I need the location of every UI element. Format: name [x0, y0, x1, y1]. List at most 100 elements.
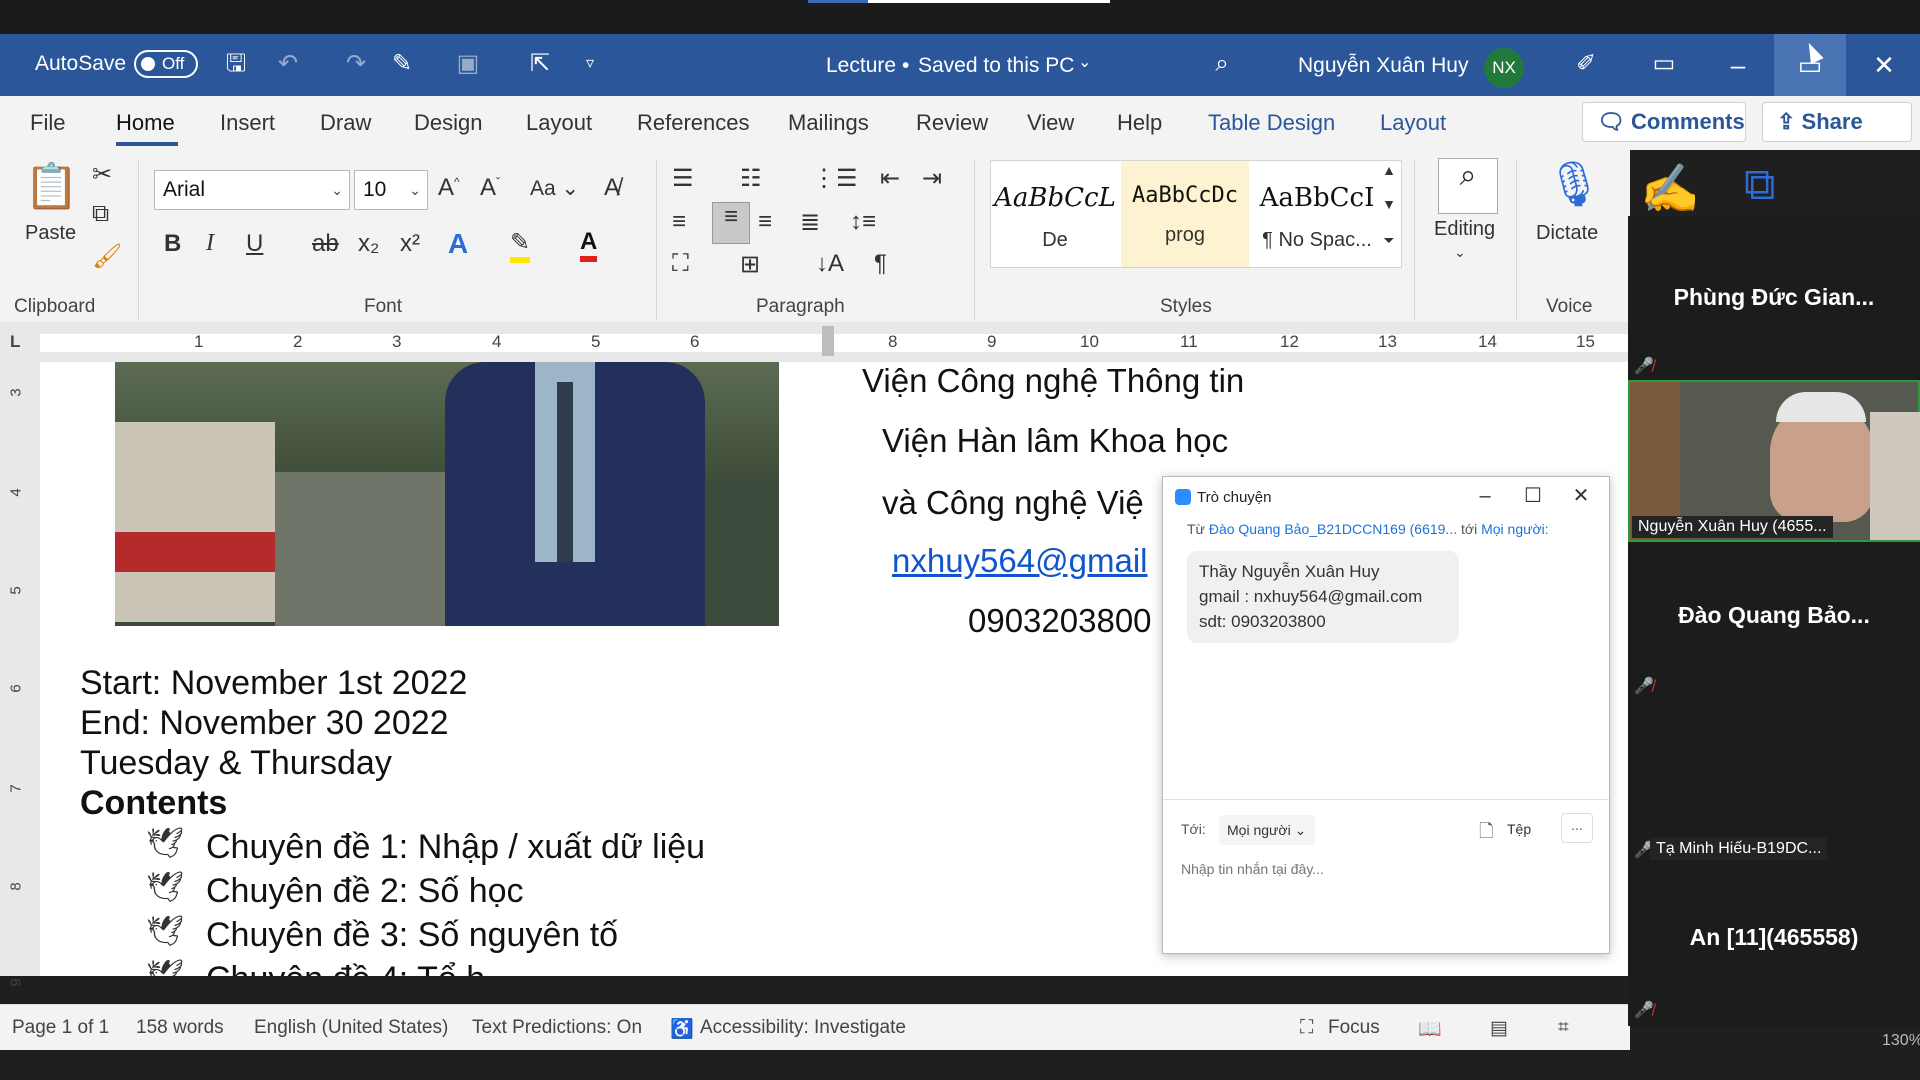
text-effects-icon[interactable]: A	[448, 228, 468, 260]
show-formatting-icon[interactable]: ¶	[874, 250, 887, 278]
chat-close-button[interactable]: ✕	[1557, 481, 1605, 511]
participant-tile[interactable]: 🎤̸ Tạ Minh Hiếu-B19DC...	[1628, 710, 1920, 870]
grow-font-icon[interactable]: A^	[438, 174, 460, 202]
org-line-3[interactable]: và Công nghệ Việ	[882, 484, 1144, 522]
participant-video-tile[interactable]: Nguyễn Xuân Huy (4655...	[1628, 380, 1920, 542]
more-options-button[interactable]: ...	[1561, 813, 1593, 843]
speaker-photo[interactable]	[115, 362, 779, 626]
recipient-name[interactable]: Mọi người:	[1481, 521, 1549, 537]
tab-help[interactable]: Help	[1117, 110, 1162, 136]
justify-icon[interactable]: ≣	[800, 208, 820, 237]
align-right-icon[interactable]: ≡	[758, 208, 772, 236]
strikethrough-button[interactable]: ab	[312, 230, 339, 258]
ribbon-display-icon[interactable]: ▭	[1648, 48, 1680, 80]
tab-selector[interactable]: L	[10, 332, 20, 352]
customize-toolbar-icon[interactable]: ▿	[574, 48, 606, 80]
tab-home[interactable]: Home	[116, 110, 175, 136]
subscript-button[interactable]: x₂	[358, 230, 379, 258]
line-spacing-icon[interactable]: ↕≡	[850, 208, 876, 236]
borders-icon[interactable]: ⊞	[740, 250, 760, 279]
page-count[interactable]: Page 1 of 1	[12, 1017, 109, 1039]
multilevel-list-icon[interactable]: ⋮☰	[812, 164, 858, 193]
increase-indent-icon[interactable]: ⇥	[922, 164, 942, 193]
font-size-select[interactable]: 10 ⌄	[354, 170, 428, 210]
save-status[interactable]: Saved to this PC	[918, 54, 1074, 78]
shading-icon[interactable]: ⛶	[672, 250, 689, 278]
dictate-label[interactable]: Dictate	[1536, 222, 1598, 245]
tab-file[interactable]: File	[30, 110, 65, 136]
tab-mailings[interactable]: Mailings	[788, 110, 869, 136]
recipient-select[interactable]: Mọi người ⌄	[1219, 815, 1315, 845]
web-layout-icon[interactable]: ⌗	[1558, 1017, 1569, 1039]
styles-scroll-up-icon[interactable]: ▲	[1378, 162, 1400, 178]
chat-maximize-button[interactable]: ☐	[1509, 481, 1557, 511]
file-icon[interactable]: 🗋	[1479, 819, 1493, 849]
font-color-icon[interactable]: A	[580, 228, 598, 262]
tab-view[interactable]: View	[1027, 110, 1074, 136]
editor-icon[interactable]: ✍	[1640, 160, 1700, 217]
shrink-font-icon[interactable]: Aˇ	[480, 174, 500, 202]
schedule-start[interactable]: Start: November 1st 2022	[80, 664, 467, 703]
format-painter-icon[interactable]: 🖌	[92, 242, 122, 271]
contents-heading[interactable]: Contents	[80, 784, 227, 823]
spelling-icon[interactable]: ✎	[386, 48, 418, 80]
redo-icon[interactable]: ↷	[340, 48, 372, 80]
topic-2[interactable]: Chuyên đề 2: Số học	[206, 872, 524, 911]
style-no-spacing[interactable]: AaBbCcI ¶ No Spac...	[1253, 161, 1381, 267]
email-link[interactable]: nxhuy564@gmail	[892, 542, 1147, 580]
zoom-level[interactable]: 130%	[1882, 1032, 1920, 1050]
topic-3[interactable]: Chuyên đề 3: Số nguyên tố	[206, 916, 618, 955]
share-button[interactable]: ⇪ Share	[1762, 102, 1912, 142]
style-prog[interactable]: AaBbCcDc prog	[1121, 161, 1249, 267]
topic-4[interactable]: Chuyên đề 4: Tổ h	[206, 960, 485, 976]
superscript-button[interactable]: x²	[400, 230, 420, 258]
align-center-icon[interactable]: ≡	[712, 202, 750, 244]
topic-1[interactable]: Chuyên đề 1: Nhập / xuất dữ liệu	[206, 828, 705, 867]
numbering-icon[interactable]: ☷	[740, 164, 762, 193]
editing-label[interactable]: Editing	[1434, 218, 1495, 241]
comments-button[interactable]: 🗨 Comments	[1582, 102, 1746, 142]
sender-name[interactable]: Đào Quang Bảo_B21DCCN169 (6619...	[1209, 521, 1457, 537]
chevron-down-icon[interactable]: ⌄	[1078, 52, 1091, 72]
style-default[interactable]: AaBbCcL De	[991, 161, 1119, 267]
paste-icon[interactable]: 📋	[24, 160, 79, 220]
focus-mode[interactable]: Focus	[1328, 1017, 1380, 1039]
autosave-toggle[interactable]: Off	[134, 50, 198, 78]
save-icon[interactable]: 🖫	[220, 48, 252, 80]
language[interactable]: English (United States)	[254, 1017, 448, 1039]
tab-table-design[interactable]: Table Design	[1208, 110, 1335, 136]
tab-draw[interactable]: Draw	[320, 110, 371, 136]
highlight-icon[interactable]: ✎	[510, 228, 531, 263]
document-title[interactable]: Lecture	[826, 54, 896, 78]
bullets-icon[interactable]: ☰	[672, 164, 694, 193]
change-case-button[interactable]: Aa ⌄	[530, 176, 579, 201]
tab-insert[interactable]: Insert	[220, 110, 275, 136]
accessibility-status[interactable]: Accessibility: Investigate	[700, 1017, 906, 1039]
read-mode-icon[interactable]: 📖	[1418, 1017, 1442, 1041]
user-avatar[interactable]: NX	[1484, 48, 1524, 88]
word-count[interactable]: 158 words	[136, 1017, 224, 1039]
undo-icon[interactable]: ↶	[272, 48, 304, 80]
bold-button[interactable]: B	[164, 230, 181, 258]
tab-layout[interactable]: Layout	[526, 110, 592, 136]
underline-button[interactable]: U	[246, 230, 263, 258]
participant-tile[interactable]: An [11](465558) 🎤̸	[1628, 874, 1920, 1026]
text-predictions[interactable]: Text Predictions: On	[472, 1017, 642, 1039]
org-line-2[interactable]: Viện Hàn lâm Khoa học	[882, 422, 1228, 460]
chat-message-input[interactable]	[1179, 855, 1595, 883]
find-icon[interactable]: ⌕	[1438, 158, 1498, 214]
minimize-button[interactable]: –	[1702, 34, 1774, 96]
chat-message-bubble[interactable]: Thầy Nguyễn Xuân Huy gmail : nxhuy564@gm…	[1187, 551, 1459, 643]
chevron-down-icon[interactable]: ⌄	[1454, 244, 1466, 261]
touch-mode-icon[interactable]: ⇱	[524, 48, 556, 80]
reuse-files-icon[interactable]: ⧉	[1744, 160, 1775, 210]
chat-minimize-button[interactable]: –	[1461, 481, 1509, 511]
participant-tile[interactable]: Phùng Đức Gian... 🎤̸	[1628, 216, 1920, 376]
indent-marker[interactable]	[822, 326, 834, 356]
print-layout-icon[interactable]: ▤	[1490, 1017, 1508, 1040]
decrease-indent-icon[interactable]: ⇤	[880, 164, 900, 193]
org-line-1[interactable]: Viện Công nghệ Thông tin	[862, 362, 1244, 400]
tab-design[interactable]: Design	[414, 110, 482, 136]
styles-scroll-down-icon[interactable]: ▼	[1378, 196, 1400, 212]
participant-tile[interactable]: Đào Quang Bảo... 🎤̸	[1628, 546, 1920, 706]
